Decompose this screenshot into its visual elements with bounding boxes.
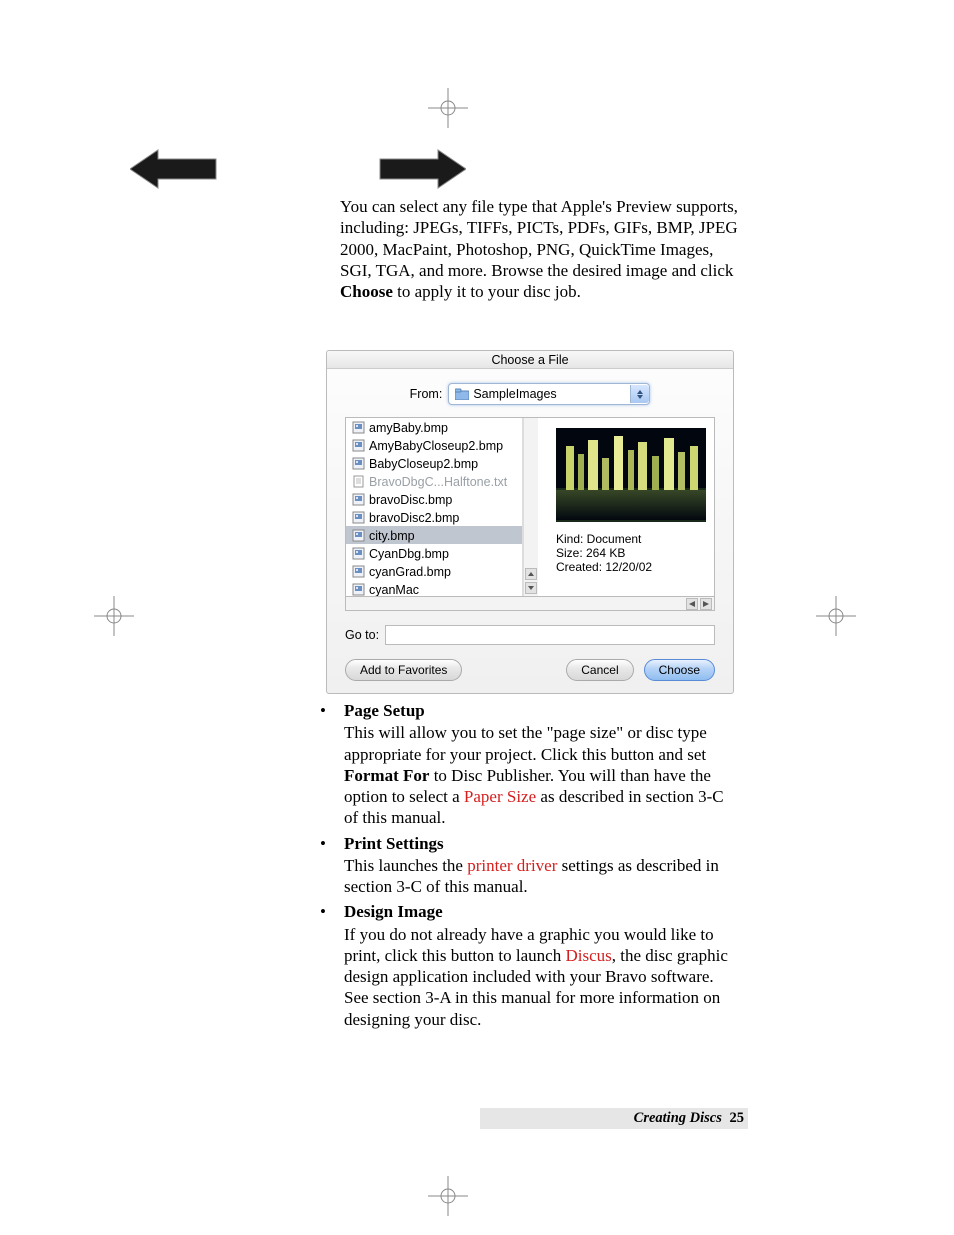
file-name: BravoDbgC...Halftone.txt bbox=[369, 475, 507, 489]
file-list[interactable]: amyBaby.bmp AmyBabyCloseup2.bmp BabyCloseu… bbox=[346, 418, 523, 596]
folder-icon bbox=[455, 388, 469, 400]
page-setup-item: • Page Setup This will allow you to set … bbox=[320, 700, 740, 829]
text-file-icon bbox=[352, 475, 365, 488]
printer-driver-link[interactable]: printer driver bbox=[467, 856, 557, 875]
file-row[interactable]: CyanDbg.bmp bbox=[346, 544, 522, 562]
preview-kind: Kind: Document bbox=[556, 532, 706, 546]
goto-input[interactable] bbox=[385, 625, 715, 645]
document-page: You can select any file type that Apple'… bbox=[0, 0, 954, 1235]
file-row[interactable]: BravoDbgC...Halftone.txt bbox=[346, 472, 522, 490]
image-file-icon bbox=[352, 565, 365, 578]
from-label: From: bbox=[410, 387, 443, 401]
crop-mark-top bbox=[428, 88, 468, 128]
preview-thumbnail bbox=[556, 428, 706, 522]
preview-pane: Kind: Document Size: 264 KB Created: 12/… bbox=[538, 418, 714, 596]
scroll-right-icon[interactable] bbox=[700, 598, 712, 610]
preview-created: Created: 12/20/02 bbox=[556, 560, 706, 574]
goto-label: Go to: bbox=[345, 628, 379, 642]
file-name: bravoDisc.bmp bbox=[369, 493, 452, 507]
scroll-up-icon[interactable] bbox=[525, 568, 537, 580]
file-name: BabyCloseup2.bmp bbox=[369, 457, 478, 471]
horizontal-scrollbar[interactable] bbox=[345, 597, 715, 611]
bullet-list: • Page Setup This will allow you to set … bbox=[320, 700, 740, 1034]
print-settings-item: • Print Settings This launches the print… bbox=[320, 833, 740, 898]
image-file-icon bbox=[352, 439, 365, 452]
footer-page-number: 25 bbox=[730, 1110, 745, 1126]
file-row[interactable]: AmyBabyCloseup2.bmp bbox=[346, 436, 522, 454]
image-file-icon bbox=[352, 511, 365, 524]
file-row[interactable]: cyanMac bbox=[346, 580, 522, 596]
crop-mark-bottom bbox=[428, 1176, 468, 1216]
file-row[interactable]: city.bmp bbox=[346, 526, 522, 544]
file-name: cyanMac bbox=[369, 583, 419, 597]
next-page-arrow[interactable] bbox=[378, 148, 466, 190]
print-settings-heading: Print Settings bbox=[344, 833, 740, 854]
page-footer: Creating Discs 25 bbox=[480, 1108, 748, 1129]
file-name: cyanGrad.bmp bbox=[369, 565, 451, 579]
image-file-icon bbox=[352, 583, 365, 596]
file-row[interactable]: BabyCloseup2.bmp bbox=[346, 454, 522, 472]
image-file-icon bbox=[352, 493, 365, 506]
scroll-down-icon[interactable] bbox=[525, 582, 537, 594]
footer-section: Creating Discs bbox=[634, 1110, 722, 1126]
file-name: amyBaby.bmp bbox=[369, 421, 448, 435]
design-image-heading: Design Image bbox=[344, 901, 740, 922]
choose-button[interactable]: Choose bbox=[644, 659, 715, 681]
cancel-button[interactable]: Cancel bbox=[566, 659, 633, 681]
file-browser: amyBaby.bmp AmyBabyCloseup2.bmp BabyCloseu… bbox=[345, 417, 715, 597]
file-name: bravoDisc2.bmp bbox=[369, 511, 459, 525]
file-name: city.bmp bbox=[369, 529, 415, 543]
discus-link[interactable]: Discus bbox=[565, 946, 611, 965]
scroll-left-icon[interactable] bbox=[686, 598, 698, 610]
image-file-icon bbox=[352, 421, 365, 434]
file-name: AmyBabyCloseup2.bmp bbox=[369, 439, 503, 453]
intro-text: You can select any file type that Apple'… bbox=[340, 197, 738, 280]
crop-mark-right bbox=[816, 596, 856, 636]
intro-paragraph: You can select any file type that Apple'… bbox=[340, 196, 740, 302]
image-file-icon bbox=[352, 547, 365, 560]
file-list-scrollbar[interactable] bbox=[523, 418, 538, 596]
bullet-icon: • bbox=[320, 833, 326, 854]
add-to-favorites-button[interactable]: Add to Favorites bbox=[345, 659, 462, 681]
stepper-icon bbox=[630, 385, 649, 403]
file-row[interactable]: amyBaby.bmp bbox=[346, 418, 522, 436]
preview-size: Size: 264 KB bbox=[556, 546, 706, 560]
bullet-icon: • bbox=[320, 901, 326, 922]
design-image-item: • Design Image If you do not already hav… bbox=[320, 901, 740, 1030]
file-row[interactable]: bravoDisc2.bmp bbox=[346, 508, 522, 526]
dialog-title: Choose a File bbox=[327, 351, 733, 369]
image-file-icon bbox=[352, 457, 365, 470]
file-row[interactable]: cyanGrad.bmp bbox=[346, 562, 522, 580]
paper-size-link[interactable]: Paper Size bbox=[464, 787, 536, 806]
from-folder-select[interactable]: SampleImages bbox=[448, 383, 650, 405]
intro-bold: Choose bbox=[340, 282, 393, 301]
file-row[interactable]: bravoDisc.bmp bbox=[346, 490, 522, 508]
bullet-icon: • bbox=[320, 700, 326, 721]
choose-file-dialog: Choose a File From: SampleImages amyBaby… bbox=[326, 350, 734, 694]
page-setup-heading: Page Setup bbox=[344, 700, 740, 721]
from-folder-value: SampleImages bbox=[473, 387, 556, 401]
file-name: CyanDbg.bmp bbox=[369, 547, 449, 561]
prev-page-arrow[interactable] bbox=[130, 148, 218, 190]
image-file-icon bbox=[352, 529, 365, 542]
crop-mark-left bbox=[94, 596, 134, 636]
intro-tail: to apply it to your disc job. bbox=[393, 282, 581, 301]
